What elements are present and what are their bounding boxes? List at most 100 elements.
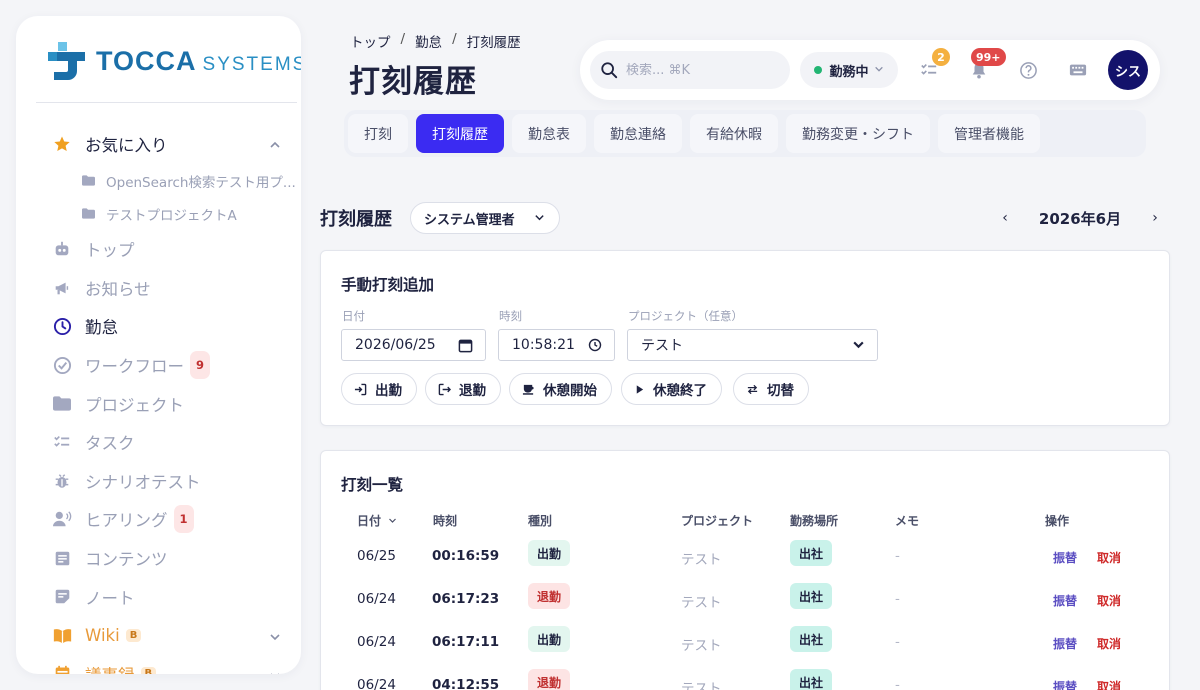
attendance-tabs: 打刻 打刻履歴 勤怠表 勤怠連絡 有給休暇 勤務変更・シフト 管理者機能 xyxy=(344,110,1146,157)
sidebar-item-top[interactable]: トップ xyxy=(16,230,301,269)
sidebar-item-label: プロジェクト xyxy=(85,395,184,415)
sidebar-item-workflow[interactable]: ワークフロー 9 xyxy=(16,346,301,385)
sidebar-item-hearing[interactable]: ヒアリング 1 xyxy=(16,500,301,539)
row-cancel-button[interactable]: 取消 xyxy=(1097,592,1121,609)
row-swap-button[interactable]: 振替 xyxy=(1053,635,1077,652)
next-month-button[interactable]: › xyxy=(1140,210,1170,226)
column-header-date[interactable]: 日付 xyxy=(357,512,397,529)
row-cancel-button[interactable]: 取消 xyxy=(1097,678,1121,690)
calendar-icon xyxy=(52,664,72,674)
brand-name: TOCCA xyxy=(96,45,197,76)
table-row: 06/25 00:16:59 出勤 テスト 出社 - 振替 取消 xyxy=(321,536,1169,579)
tab-attendance-contact[interactable]: 勤怠連絡 xyxy=(594,114,682,153)
selected-user: システム管理者 xyxy=(424,212,515,228)
project-select[interactable]: テスト xyxy=(627,329,878,361)
keyboard-shortcuts-button[interactable] xyxy=(1067,59,1089,81)
document-icon xyxy=(52,548,72,568)
break-start-button[interactable]: 休憩開始 xyxy=(509,373,612,405)
sidebar-item-label: Wiki xyxy=(85,625,120,645)
folder-icon xyxy=(78,171,98,191)
checklist-icon xyxy=(52,432,72,452)
play-icon xyxy=(634,384,645,395)
clock-icon[interactable] xyxy=(588,338,602,356)
row-date: 06/24 xyxy=(357,591,396,607)
punch-list-card: 打刻一覧 日付 時刻 種別 プロジェクト 勤務場所 メモ 操作 06/25 00:… xyxy=(320,450,1170,690)
sidebar-divider xyxy=(36,102,297,103)
row-date: 06/24 xyxy=(357,634,396,650)
beta-badge: B xyxy=(125,628,142,642)
megaphone-icon xyxy=(52,278,72,298)
table-row: 06/24 06:17:11 出勤 テスト 出社 - 振替 取消 xyxy=(321,622,1169,665)
chevron-down-icon[interactable] xyxy=(269,667,281,674)
row-location-badge: 出社 xyxy=(790,669,833,690)
tab-punch[interactable]: 打刻 xyxy=(348,114,408,153)
time-input[interactable]: 10:58:21 xyxy=(498,329,615,361)
sidebar-item-label: お気に入り xyxy=(85,136,168,155)
row-cancel-button[interactable]: 取消 xyxy=(1097,635,1121,652)
row-swap-button[interactable]: 振替 xyxy=(1053,549,1077,566)
sidebar-item-news[interactable]: お知らせ xyxy=(16,269,301,308)
date-input[interactable]: 2026/06/25 xyxy=(341,329,486,361)
search-box[interactable] xyxy=(590,51,790,89)
logo[interactable]: TOCCA SYSTEMS xyxy=(48,42,301,80)
column-header-location: 勤務場所 xyxy=(790,514,839,528)
row-type-badge: 出勤 xyxy=(528,540,571,566)
sidebar-item-minutes[interactable]: 議事録 B xyxy=(16,655,301,674)
switch-label: 切替 xyxy=(767,383,794,399)
sort-chevron-icon xyxy=(389,518,397,523)
month-navigator: ‹ 2026年6月 › xyxy=(990,204,1170,232)
breadcrumb-separator: / xyxy=(452,31,457,47)
prev-month-button[interactable]: ‹ xyxy=(990,210,1020,226)
tab-punch-history[interactable]: 打刻履歴 xyxy=(416,114,504,153)
folder-icon xyxy=(78,204,98,224)
row-time: 00:16:59 xyxy=(432,548,500,564)
sidebar-item-project[interactable]: プロジェクト xyxy=(16,384,301,423)
sidebar-item-favorites[interactable]: お気に入り xyxy=(16,124,301,164)
calendar-icon[interactable] xyxy=(458,338,473,357)
sidebar-item-scenario-test[interactable]: シナリオテスト xyxy=(16,462,301,501)
row-location-badge: 出社 xyxy=(790,540,833,566)
tab-timesheet[interactable]: 勤怠表 xyxy=(512,114,586,153)
avatar[interactable]: シス xyxy=(1108,50,1148,90)
sidebar-item-note[interactable]: ノート xyxy=(16,577,301,616)
row-memo: - xyxy=(895,591,900,607)
sidebar-item-wiki[interactable]: Wiki B xyxy=(16,616,301,655)
row-swap-button[interactable]: 振替 xyxy=(1053,678,1077,690)
favorite-item-opensearch[interactable]: OpenSearch検索テスト用プ... xyxy=(16,164,301,197)
time-label: 時刻 xyxy=(499,309,522,323)
chevron-down-icon xyxy=(852,338,865,355)
project-label: プロジェクト（任意） xyxy=(628,309,743,323)
clock-out-button[interactable]: 退勤 xyxy=(425,373,501,405)
sidebar-item-task[interactable]: タスク xyxy=(16,423,301,462)
clock-in-label: 出勤 xyxy=(375,383,402,399)
tab-admin[interactable]: 管理者機能 xyxy=(938,114,1040,153)
help-button[interactable] xyxy=(1017,59,1039,81)
column-header-time: 時刻 xyxy=(433,514,458,528)
switch-button[interactable]: 切替 xyxy=(733,373,809,405)
help-icon xyxy=(1019,61,1037,79)
chevron-down-icon[interactable] xyxy=(269,628,281,647)
row-time: 06:17:11 xyxy=(432,634,500,650)
search-input[interactable] xyxy=(626,62,776,78)
punch-list-title: 打刻一覧 xyxy=(341,476,404,494)
breadcrumb-attendance[interactable]: 勤怠 xyxy=(415,31,442,51)
row-memo: - xyxy=(895,634,900,650)
swap-icon xyxy=(746,383,759,396)
row-cancel-button[interactable]: 取消 xyxy=(1097,549,1121,566)
sidebar-item-label: お知らせ xyxy=(85,279,151,299)
row-swap-button[interactable]: 振替 xyxy=(1053,592,1077,609)
clock-in-button[interactable]: 出勤 xyxy=(341,373,417,405)
work-status-dropdown[interactable]: 勤務中 xyxy=(800,52,898,88)
row-project: テスト xyxy=(681,552,722,568)
sidebar-item-contents[interactable]: コンテンツ xyxy=(16,539,301,578)
tab-paid-leave[interactable]: 有給休暇 xyxy=(690,114,778,153)
favorite-item-project-a[interactable]: テストプロジェクトA xyxy=(16,197,301,230)
sidebar-item-label: ノート xyxy=(85,588,135,608)
row-location-badge: 出社 xyxy=(790,583,833,609)
chevron-up-icon[interactable] xyxy=(269,136,281,155)
sidebar-item-attendance[interactable]: 勤怠 xyxy=(16,307,301,346)
breadcrumb-top[interactable]: トップ xyxy=(350,31,391,51)
user-select-dropdown[interactable]: システム管理者 xyxy=(410,202,560,234)
break-end-button[interactable]: 休憩終了 xyxy=(621,373,722,405)
tab-shift-change[interactable]: 勤務変更・シフト xyxy=(786,114,930,153)
